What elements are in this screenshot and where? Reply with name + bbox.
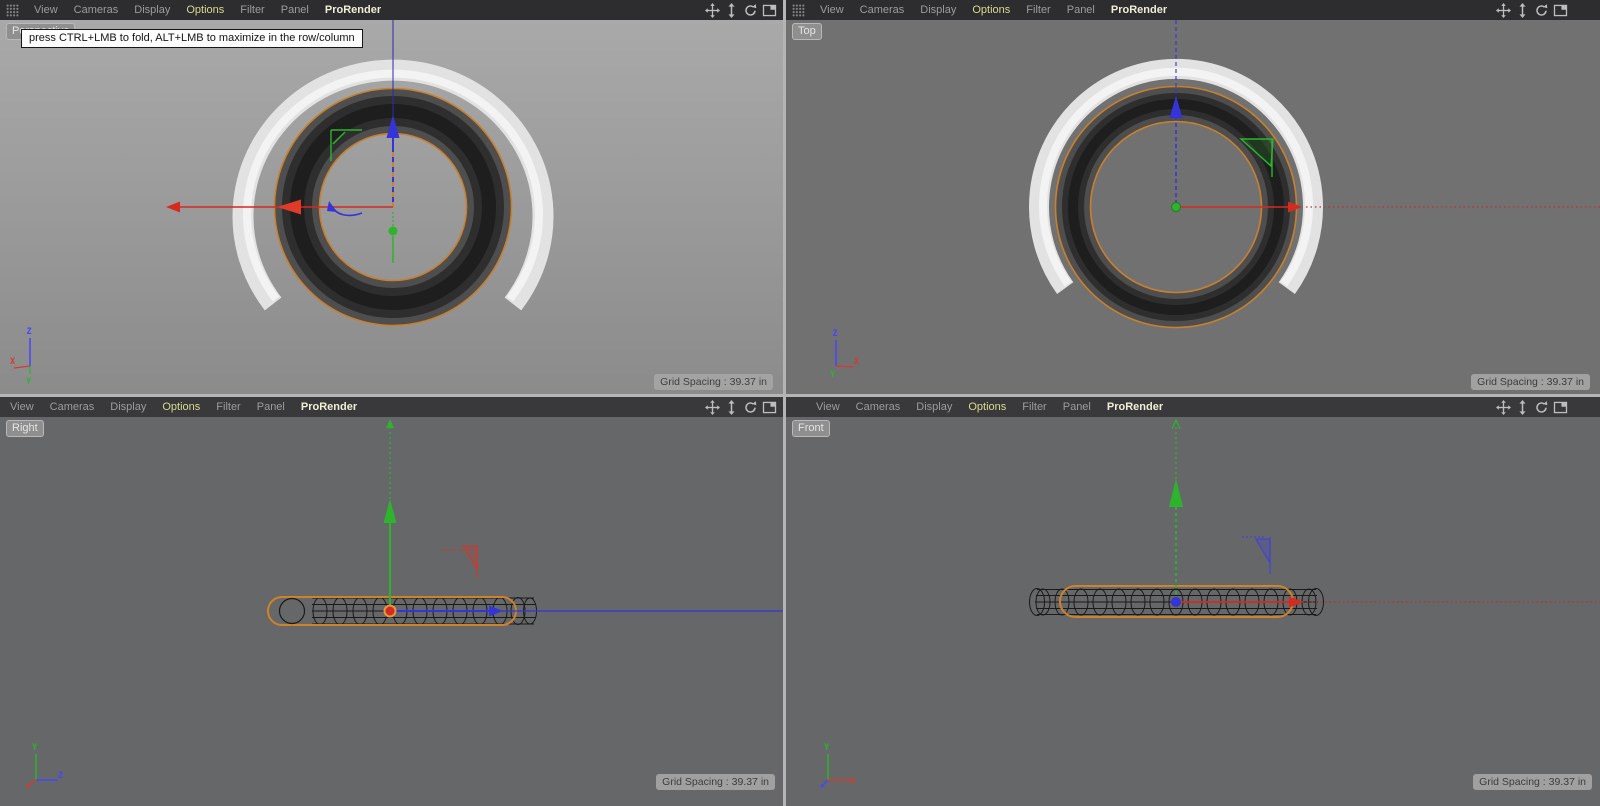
rotate-icon[interactable] [1534,400,1549,415]
svg-text:X: X [854,357,859,367]
svg-text:Y: Y [824,743,830,753]
menu-cameras[interactable]: Cameras [848,401,909,413]
world-axis-gizmo: Z X Y [818,326,862,384]
menu-prorender[interactable]: ProRender [293,401,365,413]
plane-handle-blue[interactable] [1242,537,1270,574]
viewport-menubar: View Cameras Display Options Filter Pane… [786,0,1600,20]
grid-handle-icon[interactable] [6,4,19,17]
front-scene [786,417,1600,806]
svg-text:Z: Z [58,771,63,781]
viewport-menubar: View Cameras Display Options Filter Pane… [0,0,783,20]
menu-display[interactable]: Display [908,401,960,413]
menu-options[interactable]: Options [178,4,232,16]
toggle-view-icon[interactable] [762,3,777,18]
quad-viewport-app: View Cameras Display Options Filter Pane… [0,0,1600,806]
menu-display[interactable]: Display [102,401,154,413]
axis-z-handle[interactable] [1171,597,1181,607]
zoom-icon[interactable] [724,3,739,18]
pan-icon[interactable] [1496,3,1511,18]
axis-z-handle[interactable] [1170,20,1183,207]
plane-handle-red[interactable] [442,546,477,578]
menu-filter[interactable]: Filter [1014,401,1054,413]
perspective-scene [0,20,783,394]
axis-x-handle[interactable] [385,606,396,617]
svg-text:Z: Z [833,329,838,339]
menu-options[interactable]: Options [960,401,1014,413]
pan-icon[interactable] [1496,400,1511,415]
viewport-canvas-top[interactable]: Top Grid Spacing : 39.37 in Z X Y [786,20,1600,394]
zoom-icon[interactable] [1515,3,1530,18]
menu-view[interactable]: View [812,4,852,16]
menu-cameras[interactable]: Cameras [852,4,913,16]
axis-y-handle[interactable] [1172,203,1181,212]
pan-icon[interactable] [705,400,720,415]
grid-spacing-badge: Grid Spacing : 39.37 in [1473,774,1592,790]
world-axis-gizmo: Y X [812,736,858,792]
axis-z-handle[interactable] [390,606,783,617]
menu-filter[interactable]: Filter [232,4,272,16]
axis-y-handle[interactable] [1169,420,1183,602]
menu-options[interactable]: Options [964,4,1018,16]
menu-display[interactable]: Display [126,4,178,16]
menu-panel[interactable]: Panel [273,4,317,16]
menu-prorender[interactable]: ProRender [1099,401,1171,413]
zoom-icon[interactable] [1515,400,1530,415]
bank-handle-blue[interactable] [327,201,362,215]
viewport-canvas-perspective[interactable]: Perspective press CTRL+LMB to fold, ALT+… [0,20,783,394]
svg-text:Y: Y [26,377,32,387]
menu-prorender[interactable]: ProRender [317,4,389,16]
world-axis-gizmo: Z X Y [10,324,54,386]
grid-spacing-badge: Grid Spacing : 39.37 in [1471,374,1590,390]
grid-spacing-badge: Grid Spacing : 39.37 in [656,774,775,790]
toggle-view-icon[interactable] [1553,3,1568,18]
menu-panel[interactable]: Panel [1059,4,1103,16]
viewport-label: Front [792,420,830,437]
viewport-canvas-right[interactable]: Right Grid Spacing : 39.37 in Y Z [0,417,783,806]
rotate-icon[interactable] [743,400,758,415]
axis-y-handle[interactable] [389,212,398,263]
menu-panel[interactable]: Panel [249,401,293,413]
menu-prorender[interactable]: ProRender [1103,4,1175,16]
axis-y-handle[interactable] [384,419,397,611]
world-axis-gizmo: Y Z [20,736,66,792]
menu-display[interactable]: Display [912,4,964,16]
viewport-right: View Cameras Display Options Filter Pane… [0,397,783,806]
viewport-canvas-front[interactable]: Front Grid Spacing : 39.37 in Y X [786,417,1600,806]
menu-view[interactable]: View [26,4,66,16]
axis-x-handle[interactable] [1176,202,1600,213]
toggle-view-icon[interactable] [1553,400,1568,415]
menu-filter[interactable]: Filter [208,401,248,413]
toggle-view-icon[interactable] [762,400,777,415]
grid-spacing-badge: Grid Spacing : 39.37 in [654,374,773,390]
viewport-menubar: View Cameras Display Options Filter Pane… [0,397,783,417]
svg-text:X: X [10,357,15,367]
top-scene [786,20,1600,394]
zoom-icon[interactable] [724,400,739,415]
rotate-icon[interactable] [1534,3,1549,18]
viewport-perspective: View Cameras Display Options Filter Pane… [0,0,783,394]
viewport-front: View Cameras Display Options Filter Pane… [786,397,1600,806]
rotate-icon[interactable] [743,3,758,18]
viewport-menubar: View Cameras Display Options Filter Pane… [786,397,1600,417]
svg-text:X: X [850,777,855,787]
menu-view[interactable]: View [808,401,848,413]
menu-panel[interactable]: Panel [1055,401,1099,413]
menu-cameras[interactable]: Cameras [66,4,127,16]
viewport-label: Right [6,420,44,437]
menu-view[interactable]: View [2,401,42,413]
fold-maximize-tooltip: press CTRL+LMB to fold, ALT+LMB to maxim… [21,29,363,48]
right-scene [0,417,783,806]
menu-options[interactable]: Options [154,401,208,413]
viewport-label: Top [792,23,822,40]
viewport-top: View Cameras Display Options Filter Pane… [786,0,1600,394]
svg-text:Y: Y [830,370,836,380]
pan-icon[interactable] [705,3,720,18]
svg-text:Z: Z [27,327,32,337]
menu-filter[interactable]: Filter [1018,4,1058,16]
svg-text:Y: Y [32,743,38,753]
grid-handle-icon[interactable] [792,4,805,17]
menu-cameras[interactable]: Cameras [42,401,103,413]
